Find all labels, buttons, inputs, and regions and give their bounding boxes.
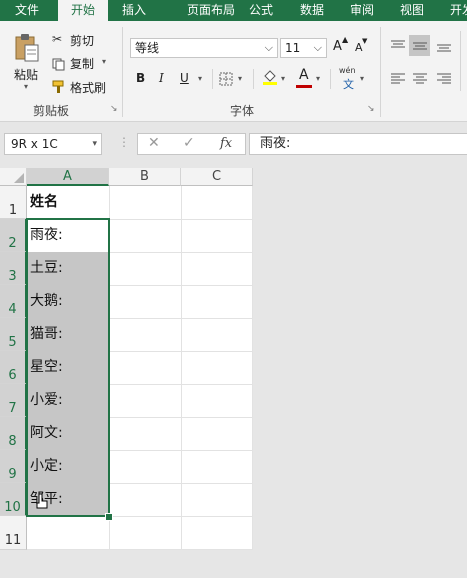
chevron-down-icon[interactable]: ⌵	[314, 39, 322, 57]
ribbon-divider	[212, 69, 213, 89]
font-size-value: 11	[285, 41, 301, 55]
grid-line	[252, 186, 253, 550]
row-header-1[interactable]: 1	[0, 186, 27, 219]
borders-dropdown-icon[interactable]: ▾	[238, 74, 242, 83]
ribbon-divider	[380, 27, 381, 117]
copy-dropdown-icon[interactable]: ▾	[102, 57, 106, 66]
font-name-combo[interactable]: 等线 ⌵	[130, 38, 278, 58]
shrink-font-arrow-icon: ▼	[362, 37, 368, 45]
ribbon-divider	[253, 69, 254, 89]
row-header-9[interactable]: 9	[0, 450, 27, 483]
tab-developer[interactable]: 开发	[442, 0, 467, 21]
grow-font-button[interactable]: A	[333, 39, 342, 54]
row-header-2[interactable]: 2	[0, 219, 27, 252]
tab-home[interactable]: 开始	[58, 0, 108, 21]
row-header-4[interactable]: 4	[0, 285, 27, 318]
borders-icon[interactable]	[219, 71, 233, 90]
paste-icon[interactable]	[14, 33, 40, 67]
column-header-a[interactable]: A	[27, 168, 109, 186]
format-painter-button[interactable]: 格式刷	[70, 79, 106, 96]
cancel-icon[interactable]: ✕	[148, 135, 160, 151]
font-size-combo[interactable]: 11 ⌵	[280, 38, 327, 58]
ribbon-divider	[460, 31, 461, 91]
align-top-icon[interactable]	[390, 38, 406, 57]
font-group-label: 字体	[230, 104, 255, 118]
grid-line	[181, 186, 182, 550]
italic-button[interactable]: I	[159, 71, 164, 85]
font-color-dropdown-icon[interactable]: ▾	[316, 74, 320, 83]
row-header-6[interactable]: 6	[0, 351, 27, 384]
row-header-8[interactable]: 8	[0, 417, 27, 450]
formula-input[interactable]: 雨夜:	[249, 133, 467, 155]
underline-button[interactable]: U	[180, 71, 189, 85]
font-color-button[interactable]: A	[299, 67, 309, 83]
align-right-icon[interactable]	[436, 71, 452, 90]
enter-icon[interactable]: ✓	[183, 135, 195, 151]
align-center-icon[interactable]	[412, 71, 428, 90]
align-bottom-icon[interactable]	[436, 38, 452, 57]
pointer-cursor-icon	[34, 493, 50, 515]
formula-actions: ✕ ✓ fx	[137, 133, 246, 155]
align-left-icon[interactable]	[390, 71, 406, 90]
column-header-c[interactable]: C	[181, 168, 253, 186]
column-header-b[interactable]: B	[109, 168, 181, 186]
fill-color-dropdown-icon[interactable]: ▾	[281, 74, 285, 83]
clipboard-group-label: 剪贴板	[33, 104, 70, 118]
tab-formulas[interactable]: 公式	[240, 0, 282, 21]
select-all-button[interactable]	[0, 168, 27, 186]
row-header-7[interactable]: 7	[0, 384, 27, 417]
name-box[interactable]: 9R x 1C ▾	[4, 133, 102, 155]
copy-icon	[52, 56, 65, 75]
tab-view[interactable]: 视图	[390, 0, 434, 21]
name-box-dropdown-icon[interactable]: ▾	[92, 134, 97, 154]
row-header-10[interactable]: 10	[0, 483, 27, 516]
tab-review[interactable]: 审阅	[340, 0, 384, 21]
grid-line	[27, 549, 253, 550]
formula-bar-grip-icon: ⋮	[118, 135, 130, 149]
font-name-value: 等线	[135, 41, 160, 55]
font-color-swatch	[296, 85, 312, 88]
tab-insert[interactable]: 插入	[112, 0, 156, 21]
paste-button[interactable]: 粘贴	[14, 66, 38, 83]
phonetic-guide-button[interactable]: 文	[343, 76, 354, 92]
paste-dropdown-icon[interactable]: ▾	[24, 82, 28, 91]
fill-handle[interactable]	[105, 513, 113, 521]
name-box-value: 9R x 1C	[11, 137, 58, 151]
format-painter-icon	[52, 79, 66, 98]
phonetic-dropdown-icon[interactable]: ▾	[360, 74, 364, 83]
ribbon-divider	[330, 69, 331, 89]
grow-font-arrow-icon: ▲	[342, 35, 349, 44]
select-all-triangle-icon	[14, 173, 24, 183]
phonetic-guide-pinyin: wén	[339, 66, 356, 75]
align-middle-icon[interactable]	[412, 38, 428, 57]
bold-button[interactable]: B	[136, 71, 145, 85]
ribbon-divider	[122, 27, 123, 117]
selection-border	[26, 218, 110, 517]
insert-function-button[interactable]: fx	[220, 136, 232, 151]
fill-color-icon[interactable]	[262, 68, 278, 90]
underline-dropdown-icon[interactable]: ▾	[198, 74, 202, 83]
cell-a1[interactable]: 姓名	[27, 186, 109, 219]
clipboard-launcher-icon[interactable]: ↘	[110, 104, 118, 114]
chevron-down-icon[interactable]: ⌵	[265, 39, 273, 57]
tab-file[interactable]: 文件	[0, 0, 54, 21]
ribbon-tab-bar: 文件 开始 插入 页面布局 公式 数据 审阅 视图 开发	[0, 0, 467, 21]
cut-button[interactable]: 剪切	[70, 32, 94, 49]
ribbon: 粘贴 ▾ ✂ 剪切 复制 ▾ 格式刷 剪贴板 ↘ 等线 ⌵ 11 ⌵ A ▲ A…	[0, 21, 467, 122]
row-header-5[interactable]: 5	[0, 318, 27, 351]
row-header-11[interactable]: 11	[0, 516, 27, 550]
scissors-icon: ✂	[52, 32, 63, 46]
font-launcher-icon[interactable]: ↘	[367, 104, 375, 114]
tab-data[interactable]: 数据	[290, 0, 334, 21]
copy-button[interactable]: 复制	[70, 55, 94, 72]
row-header-3[interactable]: 3	[0, 252, 27, 285]
